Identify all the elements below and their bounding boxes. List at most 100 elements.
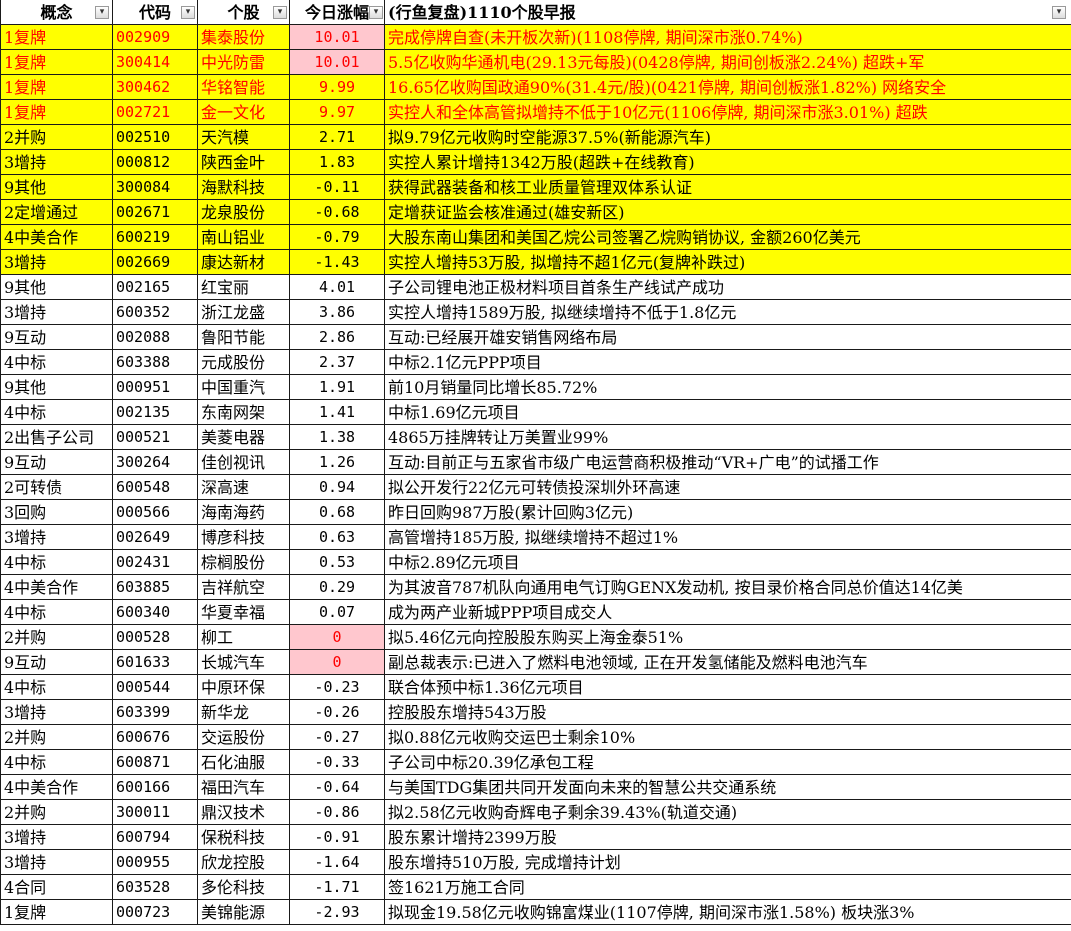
- change-cell[interactable]: -1.64: [290, 850, 385, 875]
- filter-dropdown-icon[interactable]: ▾: [181, 6, 195, 19]
- change-cell[interactable]: 3.86: [290, 300, 385, 325]
- concept-cell[interactable]: 3增持: [0, 525, 113, 550]
- code-cell[interactable]: 600676: [113, 725, 198, 750]
- stock-name-cell[interactable]: 东南网架: [198, 400, 290, 425]
- concept-cell[interactable]: 4中标: [0, 600, 113, 625]
- news-cell[interactable]: 4865万挂牌转让万美置业99%: [385, 425, 1071, 450]
- news-cell[interactable]: 实控人增持53万股, 拟增持不超1亿元(复牌补跌过): [385, 250, 1071, 275]
- header-change[interactable]: 今日涨幅 ▾: [290, 0, 385, 25]
- code-cell[interactable]: 002510: [113, 125, 198, 150]
- news-cell[interactable]: 拟5.46亿元向控股股东购买上海金泰51%: [385, 625, 1071, 650]
- code-cell[interactable]: 000723: [113, 900, 198, 925]
- concept-cell[interactable]: 9互动: [0, 650, 113, 675]
- news-cell[interactable]: 高管增持185万股, 拟继续增持不超过1%: [385, 525, 1071, 550]
- news-cell[interactable]: 中标2.89亿元项目: [385, 550, 1071, 575]
- stock-name-cell[interactable]: 中原环保: [198, 675, 290, 700]
- concept-cell[interactable]: 1复牌: [0, 900, 113, 925]
- stock-name-cell[interactable]: 新华龙: [198, 700, 290, 725]
- news-cell[interactable]: 股东增持510万股, 完成增持计划: [385, 850, 1071, 875]
- concept-cell[interactable]: 3增持: [0, 250, 113, 275]
- stock-name-cell[interactable]: 福田汽车: [198, 775, 290, 800]
- stock-name-cell[interactable]: 石化油服: [198, 750, 290, 775]
- header-stock[interactable]: 个股 ▾: [198, 0, 290, 25]
- code-cell[interactable]: 000544: [113, 675, 198, 700]
- news-cell[interactable]: 中标1.69亿元项目: [385, 400, 1071, 425]
- news-cell[interactable]: 定增获证监会核准通过(雄安新区): [385, 200, 1071, 225]
- change-cell[interactable]: 10.01: [290, 50, 385, 75]
- code-cell[interactable]: 600794: [113, 825, 198, 850]
- header-code[interactable]: 代码 ▾: [113, 0, 198, 25]
- stock-name-cell[interactable]: 红宝丽: [198, 275, 290, 300]
- news-cell[interactable]: 5.5亿收购华通机电(29.13元每股)(0428停牌, 期间创板涨2.24%)…: [385, 50, 1071, 75]
- concept-cell[interactable]: 2定增通过: [0, 200, 113, 225]
- stock-name-cell[interactable]: 鼎汉技术: [198, 800, 290, 825]
- news-cell[interactable]: 股东累计增持2399万股: [385, 825, 1071, 850]
- concept-cell[interactable]: 4中标: [0, 675, 113, 700]
- stock-name-cell[interactable]: 鲁阳节能: [198, 325, 290, 350]
- concept-cell[interactable]: 1复牌: [0, 50, 113, 75]
- filter-dropdown-icon[interactable]: ▾: [273, 6, 287, 19]
- filter-dropdown-icon[interactable]: ▾: [1052, 6, 1066, 19]
- concept-cell[interactable]: 3增持: [0, 300, 113, 325]
- code-cell[interactable]: 002649: [113, 525, 198, 550]
- news-cell[interactable]: 获得武器装备和核工业质量管理双体系认证: [385, 175, 1071, 200]
- news-cell[interactable]: 实控人累计增持1342万股(超跌+在线教育): [385, 150, 1071, 175]
- concept-cell[interactable]: 2并购: [0, 125, 113, 150]
- concept-cell[interactable]: 3回购: [0, 500, 113, 525]
- stock-name-cell[interactable]: 中国重汽: [198, 375, 290, 400]
- concept-cell[interactable]: 4中标: [0, 350, 113, 375]
- code-cell[interactable]: 300414: [113, 50, 198, 75]
- news-cell[interactable]: 子公司锂电池正极材料项目首条生产线试产成功: [385, 275, 1071, 300]
- code-cell[interactable]: 603388: [113, 350, 198, 375]
- stock-name-cell[interactable]: 华铭智能: [198, 75, 290, 100]
- change-cell[interactable]: -1.71: [290, 875, 385, 900]
- header-news[interactable]: (行鱼复盘)1110个股早报 ▾: [385, 0, 1071, 25]
- concept-cell[interactable]: 3增持: [0, 825, 113, 850]
- code-cell[interactable]: 600352: [113, 300, 198, 325]
- stock-name-cell[interactable]: 保税科技: [198, 825, 290, 850]
- change-cell[interactable]: -0.68: [290, 200, 385, 225]
- concept-cell[interactable]: 2并购: [0, 625, 113, 650]
- filter-dropdown-icon[interactable]: ▾: [369, 6, 383, 19]
- change-cell[interactable]: 2.71: [290, 125, 385, 150]
- change-cell[interactable]: 0.94: [290, 475, 385, 500]
- news-cell[interactable]: 拟公开发行22亿元可转债投深圳外环高速: [385, 475, 1071, 500]
- concept-cell[interactable]: 9其他: [0, 275, 113, 300]
- code-cell[interactable]: 002088: [113, 325, 198, 350]
- stock-name-cell[interactable]: 长城汽车: [198, 650, 290, 675]
- change-cell[interactable]: -0.79: [290, 225, 385, 250]
- concept-cell[interactable]: 4中美合作: [0, 575, 113, 600]
- code-cell[interactable]: 600340: [113, 600, 198, 625]
- concept-cell[interactable]: 4中美合作: [0, 775, 113, 800]
- code-cell[interactable]: 300264: [113, 450, 198, 475]
- stock-name-cell[interactable]: 深高速: [198, 475, 290, 500]
- change-cell[interactable]: 9.99: [290, 75, 385, 100]
- change-cell[interactable]: -0.33: [290, 750, 385, 775]
- concept-cell[interactable]: 1复牌: [0, 75, 113, 100]
- stock-name-cell[interactable]: 多伦科技: [198, 875, 290, 900]
- stock-name-cell[interactable]: 南山铝业: [198, 225, 290, 250]
- stock-name-cell[interactable]: 博彦科技: [198, 525, 290, 550]
- news-cell[interactable]: 互动:目前正与五家省市级广电运营商积极推动“VR+广电”的试播工作: [385, 450, 1071, 475]
- change-cell[interactable]: 1.83: [290, 150, 385, 175]
- news-cell[interactable]: 与美国TDG集团共同开发面向未来的智慧公共交通系统: [385, 775, 1071, 800]
- change-cell[interactable]: -0.91: [290, 825, 385, 850]
- change-cell[interactable]: 1.26: [290, 450, 385, 475]
- change-cell[interactable]: 0.07: [290, 600, 385, 625]
- concept-cell[interactable]: 2可转债: [0, 475, 113, 500]
- stock-name-cell[interactable]: 佳创视讯: [198, 450, 290, 475]
- news-cell[interactable]: 前10月销量同比增长85.72%: [385, 375, 1071, 400]
- code-cell[interactable]: 002669: [113, 250, 198, 275]
- code-cell[interactable]: 002909: [113, 25, 198, 50]
- change-cell[interactable]: -0.26: [290, 700, 385, 725]
- stock-name-cell[interactable]: 美菱电器: [198, 425, 290, 450]
- news-cell[interactable]: 控股股东增持543万股: [385, 700, 1071, 725]
- code-cell[interactable]: 600548: [113, 475, 198, 500]
- news-cell[interactable]: 实控人增持1589万股, 拟继续增持不低于1.8亿元: [385, 300, 1071, 325]
- concept-cell[interactable]: 4中标: [0, 750, 113, 775]
- concept-cell[interactable]: 2并购: [0, 725, 113, 750]
- concept-cell[interactable]: 3增持: [0, 850, 113, 875]
- change-cell[interactable]: -0.27: [290, 725, 385, 750]
- news-cell[interactable]: 中标2.1亿元PPP项目: [385, 350, 1071, 375]
- change-cell[interactable]: 10.01: [290, 25, 385, 50]
